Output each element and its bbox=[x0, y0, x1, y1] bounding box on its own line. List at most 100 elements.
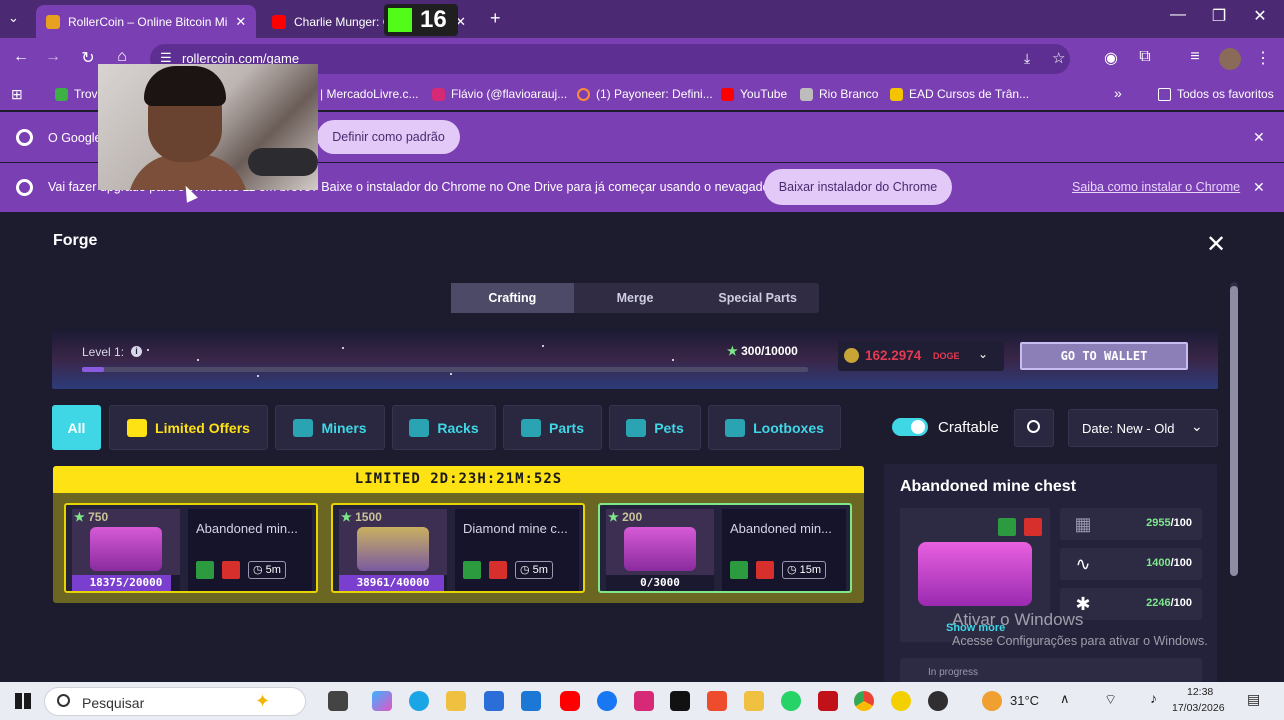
netflix-icon[interactable] bbox=[818, 691, 838, 711]
close-window-button[interactable]: ✕ bbox=[1240, 6, 1280, 26]
store-icon[interactable] bbox=[484, 691, 504, 711]
tab-merge[interactable]: Merge bbox=[574, 283, 697, 313]
star-decoration bbox=[672, 359, 674, 361]
facebook-icon[interactable] bbox=[597, 691, 617, 711]
restore-button[interactable]: ❐ bbox=[1199, 6, 1239, 26]
copilot-icon[interactable] bbox=[372, 691, 392, 711]
balance-selector[interactable]: 162.2974 DOGE ⌄ bbox=[838, 341, 1004, 371]
all-bookmarks-button[interactable]: Todos os favoritos bbox=[1158, 87, 1274, 101]
offer-card-selected[interactable]: ★ 200 0/3000 Abandoned min... ◷ 15m bbox=[598, 503, 852, 593]
filter-all[interactable]: All bbox=[52, 405, 101, 450]
tab-crafting[interactable]: Crafting bbox=[451, 283, 574, 313]
part-green-icon bbox=[463, 561, 481, 579]
outlook-icon[interactable] bbox=[521, 691, 541, 711]
instagram-icon[interactable] bbox=[634, 691, 654, 711]
volume-icon[interactable]: ♪ bbox=[1150, 690, 1157, 706]
payoneer-icon bbox=[577, 87, 590, 101]
filter-parts[interactable]: Parts bbox=[503, 405, 602, 450]
taskbar-search[interactable]: Pesquisar ✦ bbox=[44, 687, 306, 716]
obs-icon[interactable] bbox=[928, 691, 948, 711]
shopee-icon[interactable] bbox=[707, 691, 727, 711]
filter-miners[interactable]: Miners bbox=[275, 405, 385, 450]
level-progress-track bbox=[82, 367, 808, 372]
chrome-icon[interactable] bbox=[854, 691, 874, 711]
extension-icon[interactable]: ◉ bbox=[1100, 48, 1122, 68]
bookmark-item[interactable]: Rio Branco bbox=[800, 87, 878, 101]
filter-lootboxes[interactable]: Lootboxes bbox=[708, 405, 841, 450]
chest-box bbox=[90, 527, 162, 571]
set-default-button[interactable]: Definir como padrão bbox=[317, 120, 460, 154]
stat-have: 2955 bbox=[1146, 517, 1171, 529]
learn-install-link[interactable]: Saiba como instalar o Chrome bbox=[1072, 180, 1240, 194]
sort-dropdown[interactable]: Date: New - Old ⌄ bbox=[1068, 409, 1218, 447]
instagram-icon bbox=[432, 87, 445, 101]
bookmark-label: YouTube bbox=[740, 87, 788, 101]
menu-dots-icon[interactable]: ⋮ bbox=[1252, 48, 1274, 68]
x-icon[interactable] bbox=[670, 691, 690, 711]
tab-close-icon[interactable]: ✕ bbox=[227, 14, 246, 30]
notifications-icon[interactable]: ▤ bbox=[1247, 691, 1260, 708]
tray-chevron-icon[interactable]: ∧ bbox=[1060, 691, 1070, 707]
lootbox-icon bbox=[725, 418, 746, 437]
minimize-button[interactable]: — bbox=[1158, 6, 1198, 24]
tab-search-button[interactable]: ⌄ bbox=[8, 10, 19, 26]
bookmark-item[interactable]: Flávio (@flavioarauj... bbox=[432, 87, 567, 101]
search-button[interactable] bbox=[1014, 409, 1054, 447]
badge-number: 16 bbox=[420, 6, 447, 33]
offer-card[interactable]: ★ 750 18375/20000 Abandoned min... ◷ 5m bbox=[64, 503, 318, 593]
bookmark-item[interactable]: EAD Cursos de Trân... bbox=[890, 87, 1029, 101]
network-icon[interactable]: ⌔ bbox=[1104, 691, 1117, 709]
bookmark-item[interactable]: Trov bbox=[55, 87, 98, 101]
bookmark-favicon-icon bbox=[890, 87, 903, 101]
bookmark-item[interactable]: | MercadoLivre.c... bbox=[320, 87, 418, 101]
windows-start-icon[interactable] bbox=[15, 693, 31, 709]
task-view-icon[interactable] bbox=[328, 691, 348, 711]
detail-title: Abandoned mine chest bbox=[900, 478, 1077, 495]
profile-avatar[interactable] bbox=[1219, 48, 1241, 70]
scrollbar-thumb[interactable] bbox=[1230, 286, 1238, 576]
stat-value: 2955/100 bbox=[1146, 517, 1192, 529]
notes-icon[interactable] bbox=[744, 691, 764, 711]
bookmark-item[interactable]: YouTube bbox=[721, 87, 787, 101]
reading-list-icon[interactable]: ≡ bbox=[1184, 48, 1206, 66]
bookmarks-overflow-button[interactable]: » bbox=[1114, 85, 1122, 101]
whatsapp-icon[interactable] bbox=[781, 691, 801, 711]
back-arrow-icon[interactable]: ← bbox=[10, 48, 32, 66]
bookmark-star-icon[interactable]: ☆ bbox=[1052, 49, 1065, 67]
bookmark-item[interactable]: (1) Payoneer: Defini... bbox=[577, 87, 713, 101]
search-icon bbox=[57, 694, 70, 707]
forward-arrow-icon[interactable]: → bbox=[42, 48, 64, 66]
search-placeholder: Pesquisar bbox=[82, 695, 145, 711]
offer-card[interactable]: ★ 1500 38961/40000 Diamond mine c... ◷ 5… bbox=[331, 503, 585, 593]
lightning-icon bbox=[127, 418, 148, 437]
puzzle-extensions-icon[interactable]: ⧉ bbox=[1134, 48, 1156, 66]
filter-limited-offers[interactable]: Limited Offers bbox=[109, 405, 268, 450]
item-detail-panel: Abandoned mine chest Show more ▦ 2955/100… bbox=[884, 464, 1217, 694]
download-installer-button[interactable]: Baixar instalador do Chrome bbox=[764, 169, 952, 205]
infobar-close-icon[interactable]: ✕ bbox=[1253, 179, 1265, 196]
filter-pets[interactable]: Pets bbox=[609, 405, 701, 450]
edge-icon[interactable] bbox=[409, 691, 429, 711]
apps-grid-icon[interactable]: ⊞ bbox=[11, 86, 23, 103]
level-info-icon[interactable]: i bbox=[131, 346, 142, 357]
card-star-value: 200 bbox=[622, 510, 643, 524]
file-explorer-icon[interactable] bbox=[446, 691, 466, 711]
level-progress-fill bbox=[82, 367, 104, 372]
bookmark-label: Rio Branco bbox=[819, 87, 879, 101]
new-tab-button[interactable]: + bbox=[490, 8, 501, 29]
star-decoration bbox=[342, 347, 344, 349]
filter-racks[interactable]: Racks bbox=[392, 405, 496, 450]
install-app-icon[interactable]: ⤓ bbox=[1024, 50, 1030, 67]
youtube-icon[interactable] bbox=[560, 691, 580, 711]
go-to-wallet-button[interactable]: GO TO WALLET bbox=[1020, 342, 1188, 370]
app-yellow-icon[interactable] bbox=[891, 691, 911, 711]
tab-rollercoin[interactable]: RollerCoin – Online Bitcoin Mi ✕ bbox=[36, 5, 256, 38]
tab-special-parts[interactable]: Special Parts bbox=[696, 283, 819, 313]
stat-value: 2246/100 bbox=[1146, 597, 1192, 609]
craftable-toggle[interactable] bbox=[892, 418, 928, 436]
forge-title: Forge bbox=[53, 232, 98, 249]
reload-icon[interactable]: ↻ bbox=[77, 48, 99, 68]
infobar-close-icon[interactable]: ✕ bbox=[1253, 129, 1265, 146]
part-red-icon bbox=[222, 561, 240, 579]
forge-close-icon[interactable]: ✕ bbox=[1206, 230, 1226, 259]
